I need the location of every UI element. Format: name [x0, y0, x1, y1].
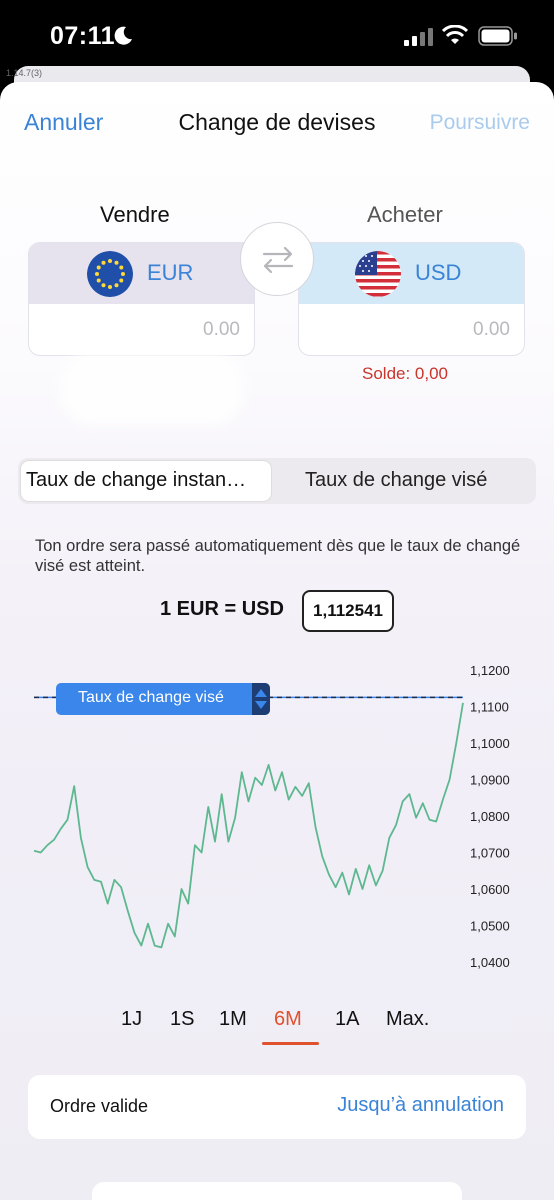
sell-currency-selector[interactable]: EUR	[29, 243, 254, 304]
target-rate-handle-label: Taux de change visé	[78, 689, 224, 706]
sell-label: Vendre	[100, 202, 170, 227]
swap-arrows-icon	[262, 246, 294, 274]
swap-currencies-button[interactable]	[240, 222, 314, 296]
rate-type-segmented-control: Taux de change instan… Taux de change vi…	[18, 458, 536, 504]
bottom-card	[92, 1182, 462, 1200]
moon-icon	[114, 26, 132, 45]
period-1y[interactable]: 1A	[335, 1008, 359, 1031]
buy-currency-selector[interactable]: USD	[299, 243, 524, 304]
y-tick-label: 1,0600	[470, 882, 510, 897]
buy-label: Acheter	[367, 202, 443, 227]
tab-target-rate[interactable]: Taux de change visé	[305, 469, 487, 492]
period-max[interactable]: Max.	[386, 1008, 429, 1031]
period-1w[interactable]: 1S	[170, 1008, 194, 1031]
rate-label: 1 EUR = USD	[160, 598, 284, 620]
period-1d[interactable]: 1J	[121, 1008, 142, 1031]
y-tick-label: 1,1100	[470, 700, 509, 715]
eu-flag-icon	[87, 251, 133, 297]
rate-series-line	[33, 702, 464, 949]
y-tick-label: 1,0400	[470, 955, 510, 970]
info-text: Ton ordre sera passé automatiquement dès…	[35, 537, 521, 575]
period-1m[interactable]: 1M	[219, 1008, 247, 1031]
signal-icon	[404, 28, 433, 46]
sell-card: EUR 0.00	[28, 242, 255, 356]
sell-currency-code: EUR	[147, 260, 194, 285]
order-validity-row[interactable]: Ordre valide Jusqu’à annulation	[28, 1075, 526, 1139]
buy-card: USD 0.00	[298, 242, 525, 356]
battery-icon	[478, 26, 517, 46]
status-bar: 07:11	[0, 0, 554, 70]
order-validity-value[interactable]: Jusqu’à annulation	[337, 1094, 504, 1117]
buy-amount-input[interactable]: 0.00	[473, 319, 510, 341]
balance-text: Solde: 0,00	[362, 364, 449, 383]
continue-button[interactable]: Poursuivre	[430, 111, 530, 135]
target-rate-handle[interactable]: Taux de change visé	[56, 683, 270, 715]
status-time: 07:11	[50, 22, 116, 50]
us-flag-icon	[355, 251, 401, 297]
drag-handle-icon[interactable]	[252, 683, 270, 715]
wifi-icon	[442, 25, 468, 44]
redacted-area	[62, 352, 242, 424]
y-tick-label: 1,0500	[470, 919, 510, 934]
order-validity-label: Ordre valide	[50, 1096, 149, 1116]
y-tick-label: 1,1000	[470, 736, 510, 751]
target-rate-input[interactable]: 1,112541	[302, 590, 394, 632]
y-tick-label: 1,1200	[470, 663, 510, 678]
tab-instant-rate-label: Taux de change instan…	[26, 469, 247, 491]
y-tick-label: 1,0800	[470, 809, 510, 824]
version-label: 1.14.7(3)	[6, 68, 43, 78]
currency-exchange-sheet: Annuler Change de devises Poursuivre Ven…	[0, 82, 554, 1200]
buy-currency-code: USD	[415, 260, 462, 285]
period-active-indicator	[262, 1042, 319, 1045]
sell-amount-input[interactable]: 0.00	[203, 319, 240, 341]
y-tick-label: 1,0700	[470, 846, 510, 861]
period-6m[interactable]: 6M	[274, 1008, 302, 1031]
period-selector: 1J 1S 1M 6M 1A Max.	[0, 1008, 554, 1048]
y-tick-label: 1,0900	[470, 773, 510, 788]
